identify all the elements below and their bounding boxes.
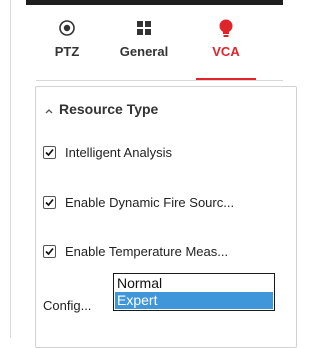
grid-icon bbox=[134, 18, 154, 38]
chevron-up-icon bbox=[44, 103, 54, 114]
tab-general-label: General bbox=[119, 44, 169, 59]
temperature-measurement-label: Enable Temperature Meas... bbox=[65, 244, 229, 259]
dynamic-fire-source-label: Enable Dynamic Fire Sourc... bbox=[65, 195, 235, 210]
panel-left-border bbox=[10, 0, 11, 338]
tab-vca-label: VCA bbox=[212, 44, 240, 59]
resource-type-panel: Resource Type Intelligent Analysis Enabl… bbox=[35, 86, 297, 348]
ptz-target-icon bbox=[57, 18, 77, 38]
intelligent-analysis-checkbox[interactable] bbox=[43, 146, 56, 159]
tab-ptz-label: PTZ bbox=[54, 44, 80, 59]
tabs-divider bbox=[36, 80, 283, 81]
top-toolbar-edge bbox=[26, 0, 283, 5]
config-option-expert[interactable]: Expert bbox=[115, 292, 273, 309]
config-label: Config... bbox=[43, 298, 92, 313]
section-title: Resource Type bbox=[59, 101, 159, 117]
tab-bar: PTZ General VCA bbox=[36, 8, 283, 80]
intelligent-analysis-label: Intelligent Analysis bbox=[65, 145, 172, 160]
config-option-normal[interactable]: Normal bbox=[115, 275, 273, 292]
tab-general[interactable]: General bbox=[102, 8, 186, 80]
config-mode-listbox[interactable]: Normal Expert bbox=[113, 273, 275, 311]
temperature-measurement-checkbox[interactable] bbox=[43, 245, 56, 258]
dynamic-fire-source-checkbox[interactable] bbox=[43, 196, 56, 209]
tab-vca[interactable]: VCA bbox=[196, 8, 256, 80]
tab-ptz[interactable]: PTZ bbox=[36, 8, 98, 80]
bulb-icon bbox=[216, 18, 236, 38]
